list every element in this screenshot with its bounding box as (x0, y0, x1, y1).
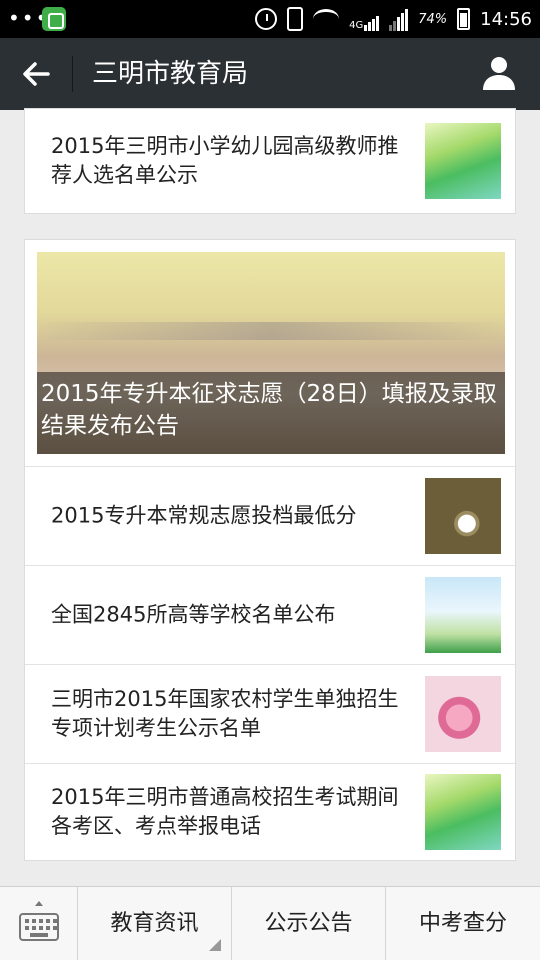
app-notification-icon (42, 7, 66, 31)
menu-label: 教育资讯 (110, 911, 199, 936)
featured-caption-overlay: 2015年专升本征求志愿（28日）填报及录取结果发布公告 (37, 372, 505, 454)
featured-image: 2015年专升本征求志愿（28日）填报及录取结果发布公告 (37, 252, 505, 454)
bottom-menu-bar: 教育资讯 公示公告 中考查分 (0, 886, 540, 960)
header-divider (72, 56, 73, 92)
page-title: 三明市教育局 (92, 59, 249, 89)
list-item[interactable]: 2015年三明市小学幼儿园高级教师推荐人选名单公示 (25, 109, 515, 213)
article-card: 2015年专升本征求志愿（28日）填报及录取结果发布公告 2015专升本常规志愿… (24, 239, 516, 861)
menu-exam-scores[interactable]: 中考查分 (386, 887, 540, 960)
article-title: 2015年三明市小学幼儿园高级教师推荐人选名单公示 (51, 134, 399, 187)
article-thumbnail (425, 774, 501, 850)
keyboard-toggle-button[interactable] (0, 887, 78, 960)
list-item[interactable]: 2015年三明市普通高校招生考试期间各考区、考点举报电话 (25, 764, 515, 860)
article-thumbnail (425, 123, 501, 199)
featured-item[interactable]: 2015年专升本征求志愿（28日）填报及录取结果发布公告 (25, 240, 515, 467)
battery-icon (457, 8, 471, 30)
article-thumbnail (425, 478, 501, 554)
alarm-icon (255, 8, 278, 30)
app-header: 三明市教育局 (0, 38, 540, 110)
article-title: 三明市2015年国家农村学生单独招生专项计划考生公示名单 (51, 687, 399, 740)
signal-4g-icon: 4G (349, 7, 380, 31)
signal-icon (389, 7, 409, 31)
menu-announcements[interactable]: 公示公告 (232, 887, 386, 960)
article-title: 2015年三明市普通高校招生考试期间各考区、考点举报电话 (51, 785, 399, 838)
user-profile-icon[interactable] (480, 54, 518, 92)
wifi-icon (313, 9, 340, 29)
featured-title: 2015年专升本征求志愿（28日）填报及录取结果发布公告 (41, 381, 497, 439)
menu-label: 公示公告 (264, 911, 353, 936)
battery-percent: 74% (418, 11, 448, 27)
submenu-indicator-icon (209, 939, 221, 951)
list-item[interactable]: 2015专升本常规志愿投档最低分 (25, 467, 515, 566)
caret-up-icon (35, 901, 43, 906)
article-title: 2015专升本常规志愿投档最低分 (51, 503, 357, 528)
network-type: 4G (349, 20, 364, 31)
article-thumbnail (425, 577, 501, 653)
menu-label: 中考查分 (418, 911, 507, 936)
article-title: 全国2845所高等学校名单公布 (51, 602, 336, 627)
article-thumbnail (425, 676, 501, 752)
back-arrow-icon[interactable] (18, 56, 54, 92)
status-bar: ••• 4G 74% 14:56 (0, 0, 540, 38)
clock: 14:56 (480, 8, 532, 30)
keyboard-icon (19, 913, 59, 941)
menu-education-news[interactable]: 教育资讯 (78, 887, 232, 960)
article-card: 2015年三明市小学幼儿园高级教师推荐人选名单公示 (24, 108, 516, 214)
vibrate-icon (287, 7, 304, 31)
list-item[interactable]: 全国2845所高等学校名单公布 (25, 566, 515, 665)
list-item[interactable]: 三明市2015年国家农村学生单独招生专项计划考生公示名单 (25, 665, 515, 764)
